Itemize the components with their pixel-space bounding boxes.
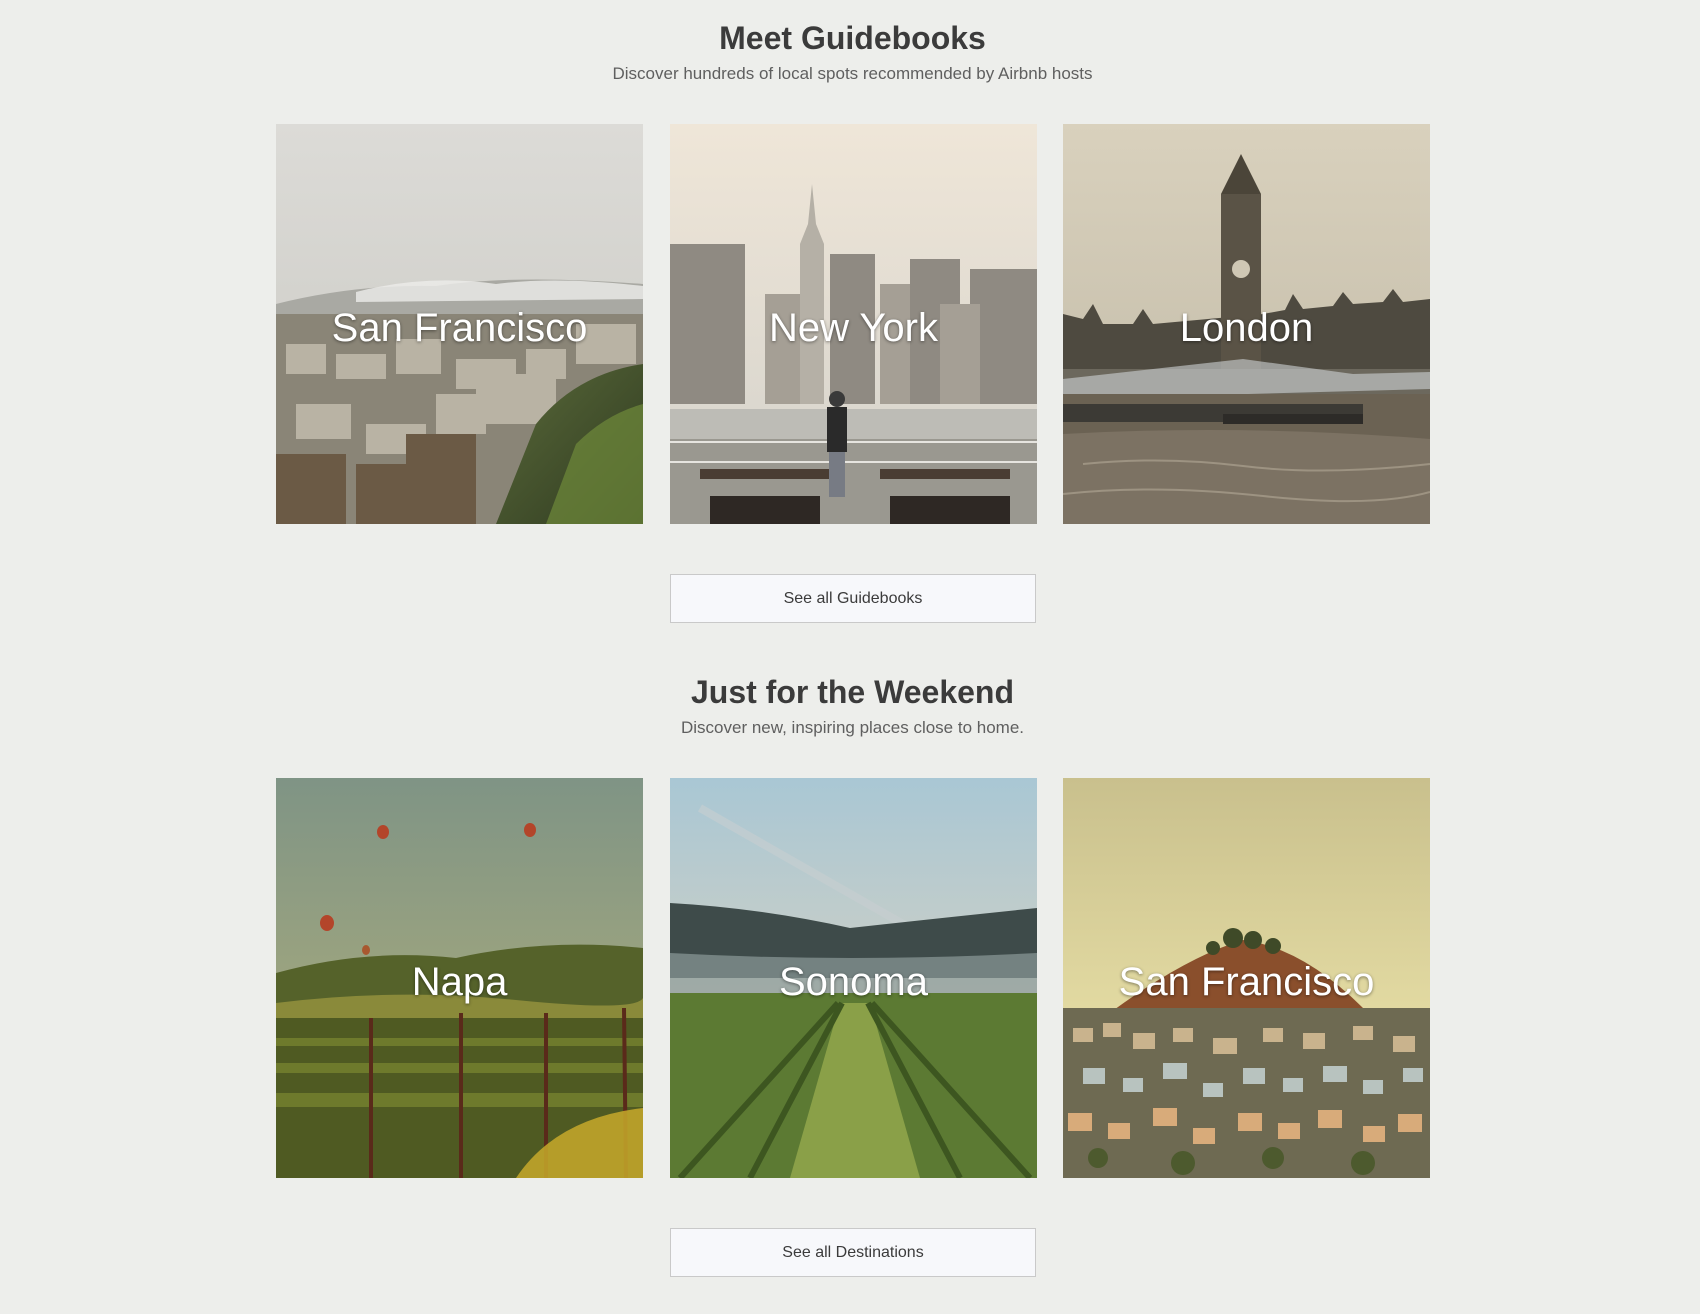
weekend-subtitle: Discover new, inspiring places close to … (681, 718, 1024, 737)
card-label: Sonoma (779, 960, 928, 1004)
card-label: New York (769, 306, 938, 350)
destination-card-san-francisco[interactable]: San Francisco (1063, 778, 1430, 1178)
card-label: Napa (411, 960, 508, 1004)
guidebooks-title: Meet Guidebooks (719, 20, 986, 56)
see-all-destinations-button[interactable]: See all Destinations (670, 1228, 1036, 1277)
destination-card-sonoma[interactable]: Sonoma (670, 778, 1037, 1178)
weekend-card-grid: Napa Sonoma San Francisco (276, 778, 1431, 1178)
card-label: London (1179, 306, 1314, 350)
guidebook-card-london[interactable]: London (1063, 124, 1430, 524)
guidebook-card-new-york[interactable]: New York (670, 124, 1037, 524)
weekend-title: Just for the Weekend (690, 674, 1015, 710)
guidebooks-card-grid: San Francisco New York London (276, 124, 1431, 524)
card-label: San Francisco (1118, 960, 1375, 1004)
card-label: San Francisco (331, 306, 588, 350)
destination-card-napa[interactable]: Napa (276, 778, 643, 1178)
guidebooks-subtitle: Discover hundreds of local spots recomme… (612, 64, 1093, 83)
guidebook-card-san-francisco[interactable]: San Francisco (276, 124, 643, 524)
see-all-guidebooks-button[interactable]: See all Guidebooks (670, 574, 1036, 623)
page: Meet Guidebooks Discover hundreds of loc… (0, 0, 1700, 1314)
